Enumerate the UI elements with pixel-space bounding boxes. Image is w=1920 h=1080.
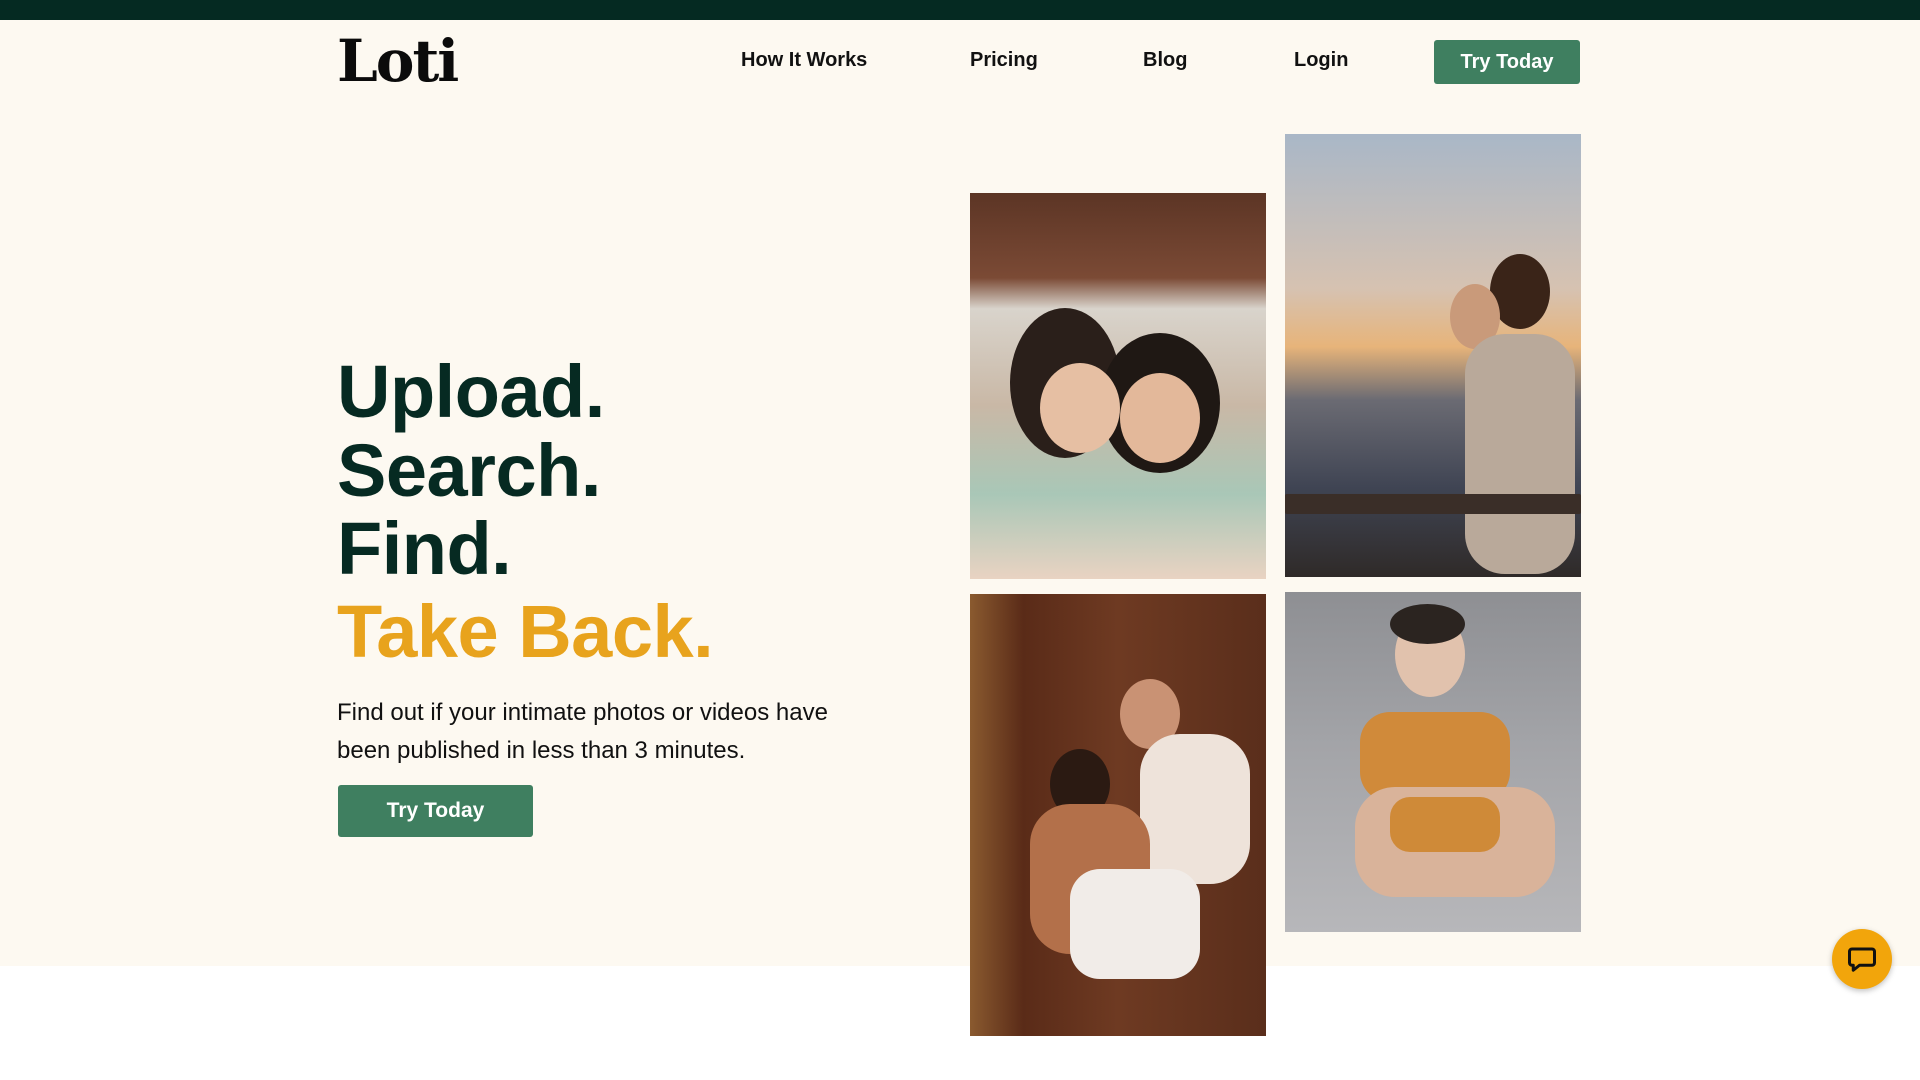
photo-couple-bed (970, 193, 1266, 579)
hero-try-today-button[interactable]: Try Today (338, 785, 533, 837)
chat-widget-button[interactable] (1832, 929, 1892, 989)
photo-couple-balcony (1285, 134, 1581, 577)
headline-upload: Upload. (337, 350, 605, 433)
photo-couple-sauna (970, 594, 1266, 1036)
nav-login[interactable]: Login (1294, 49, 1348, 75)
nav-blog[interactable]: Blog (1143, 49, 1187, 75)
top-bar (0, 0, 1920, 20)
headline-search: Search. (337, 429, 601, 512)
chat-bubble-icon (1848, 947, 1876, 972)
hero-background (0, 20, 1920, 966)
nav-pricing[interactable]: Pricing (970, 49, 1038, 75)
logo[interactable]: Loti (337, 27, 459, 95)
headline-find: Find. (337, 507, 512, 590)
nav-how-it-works[interactable]: How It Works (741, 49, 867, 75)
header-try-today-button[interactable]: Try Today (1434, 40, 1580, 84)
hero-subtext: Find out if your intimate photos or vide… (337, 699, 828, 764)
headline-take-back: Take Back. (337, 590, 714, 673)
photo-woman-seated (1285, 592, 1581, 932)
